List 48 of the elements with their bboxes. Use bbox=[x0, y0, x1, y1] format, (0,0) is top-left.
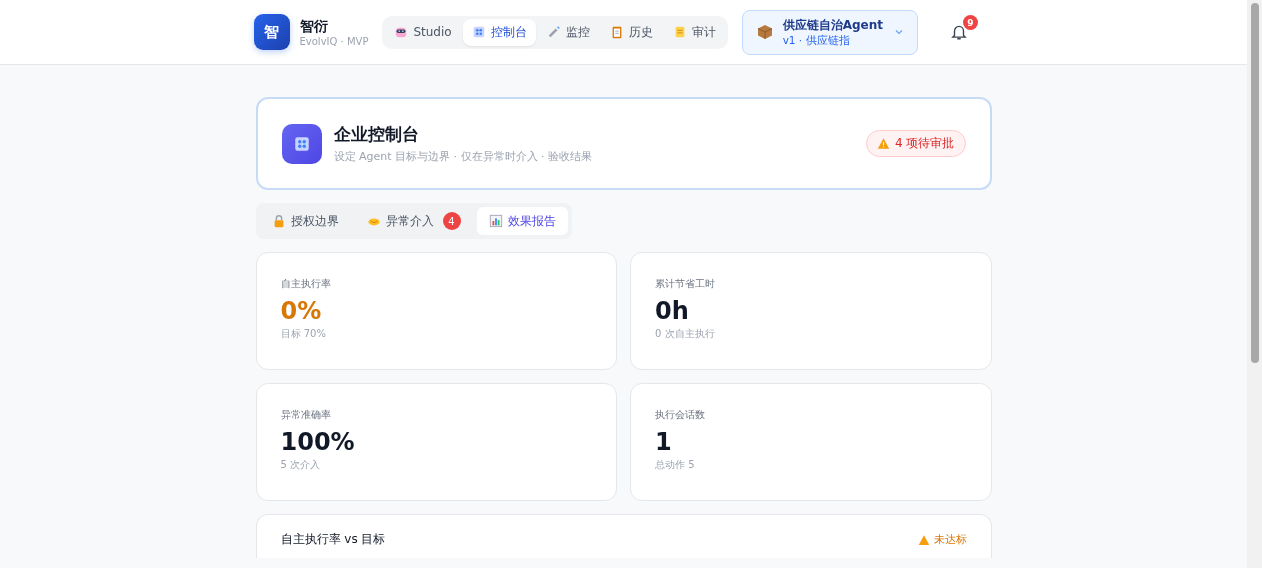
stat-value: 0% bbox=[280, 297, 323, 325]
tab-label: 效果报告 bbox=[507, 212, 556, 230]
nav-tab[interactable]: 监控 bbox=[537, 18, 599, 46]
stat-note: 目标 70% bbox=[280, 327, 327, 341]
scrollbar[interactable] bbox=[1247, 0, 1262, 568]
stat-value: 0h bbox=[655, 297, 690, 325]
control-knobs-icon bbox=[281, 123, 322, 164]
agent-selector[interactable]: 供应链自治Agent v1 · 供应链指 bbox=[741, 9, 918, 55]
nav-tab[interactable]: Studio bbox=[385, 18, 461, 46]
stat-label: 自主执行率 bbox=[280, 277, 332, 291]
nav-tab[interactable]: 历史 bbox=[600, 18, 662, 46]
pending-approval-badge[interactable]: 4 项待审批 bbox=[866, 130, 966, 157]
bar-chart-icon bbox=[488, 214, 503, 228]
section-tab[interactable]: 效果报告 bbox=[476, 207, 568, 235]
notification-count: 9 bbox=[962, 15, 978, 30]
nav-tab[interactable]: 控制台 bbox=[462, 18, 536, 46]
tab-count: 4 bbox=[442, 212, 461, 230]
app-subtitle: EvolvIQ · MVP bbox=[299, 35, 369, 47]
app-name: 智衍 bbox=[299, 17, 329, 36]
app-logo[interactable]: 智 bbox=[253, 14, 290, 50]
stat-value: 1 bbox=[655, 428, 673, 456]
nav-tab[interactable]: 审计 bbox=[663, 18, 725, 46]
stat-note: 5 次介入 bbox=[280, 458, 322, 472]
agent-name: 供应链自治Agent bbox=[782, 16, 883, 34]
bell-icon bbox=[949, 23, 968, 41]
page-title: 企业控制台 bbox=[333, 123, 420, 146]
stat-label: 累计节省工时 bbox=[655, 277, 716, 291]
stat-value: 100% bbox=[280, 428, 356, 456]
syringe-icon bbox=[546, 25, 561, 39]
pending-approval-text: 4 项待审批 bbox=[895, 135, 955, 152]
scrollbar-thumb[interactable] bbox=[1250, 3, 1259, 363]
tab-label: 授权边界 bbox=[290, 212, 339, 230]
package-icon bbox=[756, 24, 773, 40]
warning-icon bbox=[877, 137, 891, 150]
agent-version: v1 · 供应链指 bbox=[782, 33, 850, 48]
stat-label: 执行会话数 bbox=[655, 408, 706, 422]
stat-label: 异常准确率 bbox=[280, 408, 332, 422]
section-tab[interactable]: 异常介入 4 bbox=[354, 207, 473, 235]
stat-note: 0 次自主执行 bbox=[655, 327, 716, 341]
section-tab[interactable]: 授权边界 bbox=[259, 207, 351, 235]
robot-icon bbox=[394, 25, 409, 39]
warning-icon bbox=[917, 533, 930, 546]
stat-note: 总动作 5 bbox=[655, 458, 696, 472]
tab-label: 异常介入 bbox=[385, 212, 434, 230]
page-subtitle: 设定 Agent 目标与边界 · 仅在异常时介入 · 验收结果 bbox=[333, 149, 594, 164]
control-knobs-icon bbox=[471, 25, 486, 39]
chart-title: 自主执行率 vs 目标 bbox=[280, 531, 386, 548]
status-text: 未达标 bbox=[933, 532, 967, 547]
